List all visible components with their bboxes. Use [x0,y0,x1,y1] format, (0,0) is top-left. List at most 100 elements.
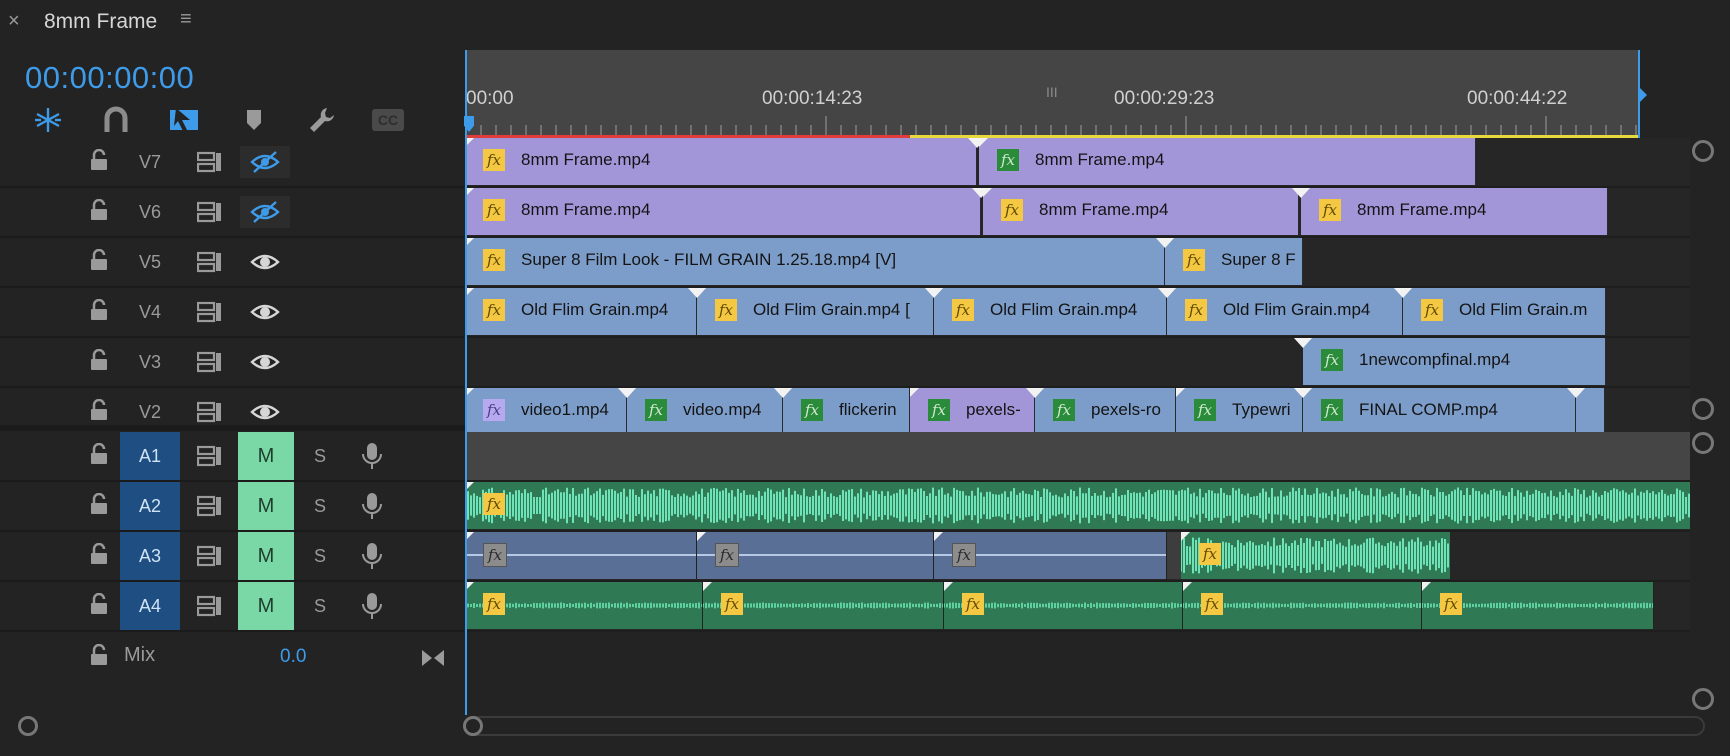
fx-badge-icon[interactable]: fx [962,593,984,615]
sync-lock-icon[interactable] [197,595,223,617]
solo-button[interactable]: S [310,532,330,580]
transition-marker[interactable] [972,188,990,198]
video-clip[interactable]: fx Typewri [1176,388,1303,435]
video-clip[interactable]: fx 8mm Frame.mp4 [465,188,981,235]
solo-button[interactable]: S [310,582,330,630]
transition-marker[interactable] [1394,288,1412,298]
video-clip[interactable]: fx Old Flim Grain.mp4 [934,288,1167,335]
transition-marker[interactable] [1292,188,1310,198]
track-target[interactable]: A2 [120,482,180,530]
audio-lane-a2[interactable]: fx [465,482,1690,532]
transition-marker[interactable] [968,138,986,148]
track-name[interactable]: V4 [120,288,180,336]
transition-marker[interactable] [925,288,943,298]
transition-marker[interactable] [1158,288,1176,298]
track-name[interactable]: V5 [120,238,180,286]
sync-lock-icon[interactable] [197,201,223,223]
audio-clip[interactable]: fx [465,482,1690,529]
video-lane-v3[interactable]: fx 1newcompfinal.mp4 [465,338,1690,388]
audio-clip[interactable]: fx [1422,582,1654,629]
video-clip[interactable]: fx 8mm Frame.mp4 [979,138,1476,185]
track-name[interactable]: V6 [120,188,180,236]
video-clip[interactable]: fx 8mm Frame.mp4 [1301,188,1608,235]
audio-track-header-a4[interactable]: A4 M S [0,582,464,632]
audio-clip[interactable]: fx [465,532,697,579]
video-clip[interactable]: fx Old Flim Grain.mp4 [465,288,697,335]
track-name[interactable]: V3 [120,338,180,386]
audio-track-header-a3[interactable]: A3 M S [0,532,464,582]
video-clip[interactable]: fx pexels- [910,388,1035,435]
audio-lane-a3[interactable]: fx fx fx fx [465,532,1690,582]
video-lane-v5[interactable]: fx Super 8 Film Look - FILM GRAIN 1.25.18… [465,238,1690,288]
voiceover-mic-icon[interactable] [360,492,384,520]
panel-menu-icon[interactable]: ≡ [180,8,192,31]
voiceover-mic-icon[interactable] [360,442,384,470]
audio-clip[interactable] [1167,532,1181,579]
sync-lock-icon[interactable] [197,545,223,567]
fx-badge-icon[interactable]: fx [483,199,505,221]
wrench-icon[interactable] [302,104,342,136]
transition-marker[interactable] [1294,338,1312,348]
solo-button[interactable]: S [310,432,330,480]
close-icon[interactable]: × [8,10,20,33]
audio-track-header-a2[interactable]: A2 M S [0,482,464,532]
sync-lock-icon[interactable] [197,151,223,173]
mute-button[interactable]: M [238,532,294,580]
fx-badge-icon[interactable]: fx [1321,349,1343,371]
video-clip[interactable]: fx 8mm Frame.mp4 [983,188,1299,235]
video-track-header-v3[interactable]: V3 [0,338,464,388]
sync-lock-icon[interactable] [197,351,223,373]
snap-tool-icon[interactable] [28,104,68,136]
fx-badge-icon[interactable]: fx [997,149,1019,171]
track-target[interactable]: A4 [120,582,180,630]
eye-hidden-icon[interactable] [240,196,290,228]
fx-badge-icon[interactable]: fx [1201,593,1223,615]
fx-badge-icon[interactable]: fx [483,399,505,421]
lock-icon[interactable] [90,543,108,565]
video-clip[interactable]: fx 1newcompfinal.mp4 [1303,338,1606,385]
eye-icon[interactable] [240,246,290,278]
work-area-end-arrow[interactable] [1640,88,1647,102]
audio-clip[interactable]: fx [703,582,944,629]
lock-icon[interactable] [90,443,108,465]
sync-lock-icon[interactable] [197,301,223,323]
mute-button[interactable]: M [238,582,294,630]
video-clip[interactable]: fx pexels-ro [1035,388,1176,435]
fx-badge-icon[interactable]: fx [1199,543,1221,565]
fx-badge-icon[interactable]: fx [952,543,976,567]
fx-badge-icon[interactable]: fx [483,543,507,567]
video-clip[interactable]: fx Old Flim Grain.mp4 [1167,288,1403,335]
audio-lane-a4[interactable]: fx fx fx fx fx [465,582,1690,632]
lock-icon[interactable] [90,399,108,421]
voiceover-mic-icon[interactable] [360,592,384,620]
transition-marker[interactable] [1294,388,1312,398]
lock-icon[interactable] [90,249,108,271]
video-lane-v4[interactable]: fx Old Flim Grain.mp4 fx Old Flim Grain.mp4… [465,288,1690,338]
fx-badge-icon[interactable]: fx [952,299,974,321]
solo-button[interactable]: S [310,482,330,530]
audio-clip[interactable]: fx [1181,532,1450,579]
track-name[interactable]: V7 [120,138,180,186]
mix-volume-value[interactable]: 0.0 [280,646,306,668]
video-clip[interactable]: fx Super 8 F [1165,238,1303,285]
horizontal-scrollbar[interactable] [18,716,1705,736]
lock-icon[interactable] [90,299,108,321]
lock-icon[interactable] [90,593,108,615]
fx-badge-icon[interactable]: fx [645,399,667,421]
video-clip[interactable]: fx 8mm Frame.mp4 [465,138,977,185]
transition-marker[interactable] [1156,238,1174,248]
add-marker-icon[interactable] [234,104,274,136]
video-vertical-scrollbar[interactable] [1692,140,1714,420]
fx-badge-icon[interactable]: fx [1440,593,1462,615]
video-track-header-v7[interactable]: V7 [0,138,464,188]
sync-lock-icon[interactable] [197,445,223,467]
fx-badge-icon[interactable]: fx [483,593,505,615]
video-lane-v7[interactable]: fx 8mm Frame.mp4 fx 8mm Frame.mp4 [465,138,1690,188]
fx-badge-icon[interactable]: fx [483,493,505,515]
fx-badge-icon[interactable]: fx [483,299,505,321]
audio-track-header-a1[interactable]: A1 M S [0,432,464,482]
fx-badge-icon[interactable]: fx [721,593,743,615]
captions-icon[interactable]: CC [368,104,408,136]
video-clip[interactable]: fx Old Flim Grain.m [1403,288,1606,335]
fx-badge-icon[interactable]: fx [715,299,737,321]
